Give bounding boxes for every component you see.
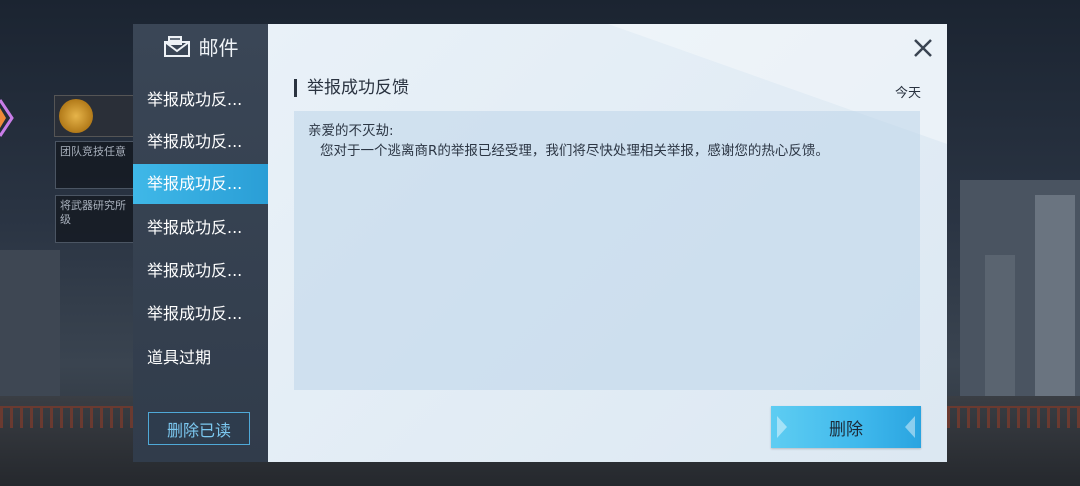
mail-item-label: 道具过期 bbox=[147, 348, 212, 367]
mail-list-item[interactable]: 举报成功反... bbox=[133, 294, 268, 334]
mail-sidebar: 邮件 举报成功反... 举报成功反... 举报成功反... 举报成功反... 举… bbox=[133, 24, 268, 462]
background-building bbox=[985, 255, 1015, 415]
mail-list-item[interactable]: 举报成功反... bbox=[133, 251, 268, 291]
rank-emblem-icon bbox=[59, 99, 93, 133]
mail-item-label: 举报成功反... bbox=[147, 261, 243, 280]
mail-list-item[interactable]: 举报成功反... bbox=[133, 208, 268, 248]
message-title: 举报成功反馈 bbox=[294, 79, 409, 97]
background-fence bbox=[947, 406, 1080, 428]
mail-item-label: 举报成功反... bbox=[147, 218, 243, 237]
mail-item-label: 举报成功反... bbox=[147, 174, 243, 193]
mail-list-item[interactable]: 举报成功反... bbox=[133, 122, 268, 162]
message-greeting: 亲爱的不灭劫: bbox=[308, 123, 394, 139]
background-fence bbox=[0, 406, 135, 428]
mail-list-item[interactable]: 举报成功反... bbox=[133, 80, 268, 120]
background-rank-badge bbox=[54, 95, 136, 137]
message-text: 您对于一个逃离商R的举报已经受理，我们将尽快处理相关举报，感谢您的热心反馈。 bbox=[320, 143, 829, 159]
message-body: 亲爱的不灭劫: 您对于一个逃离商R的举报已经受理，我们将尽快处理相关举报，感谢您… bbox=[294, 111, 920, 390]
mail-icon bbox=[163, 36, 190, 57]
mail-dialog: 邮件 举报成功反... 举报成功反... 举报成功反... 举报成功反... 举… bbox=[133, 24, 947, 462]
delete-button-label: 删除 bbox=[829, 419, 863, 440]
mail-content-panel: 举报成功反馈 今天 亲爱的不灭劫: 您对于一个逃离商R的举报已经受理，我们将尽快… bbox=[268, 24, 947, 462]
background-building bbox=[0, 250, 60, 410]
mail-list-item[interactable]: 道具过期 bbox=[133, 338, 268, 378]
delete-read-button[interactable]: 删除已读 bbox=[148, 412, 250, 445]
edge-arrow-icon bbox=[0, 99, 14, 137]
message-date: 今天 bbox=[894, 86, 921, 101]
mail-title: 邮件 bbox=[198, 35, 239, 60]
mail-item-label: 举报成功反... bbox=[147, 90, 243, 109]
delete-button[interactable]: 删除 bbox=[771, 406, 921, 448]
background-task-item: 团队竞技任意 bbox=[55, 141, 135, 189]
background-building bbox=[1035, 195, 1075, 415]
background-task-item: 将武器研究所 级 bbox=[55, 195, 135, 243]
mail-item-label: 举报成功反... bbox=[147, 304, 243, 323]
mail-header: 邮件 bbox=[133, 24, 268, 68]
mail-item-label: 举报成功反... bbox=[147, 132, 243, 151]
close-icon[interactable] bbox=[911, 36, 935, 60]
mail-list-item-selected[interactable]: 举报成功反... bbox=[133, 164, 268, 204]
